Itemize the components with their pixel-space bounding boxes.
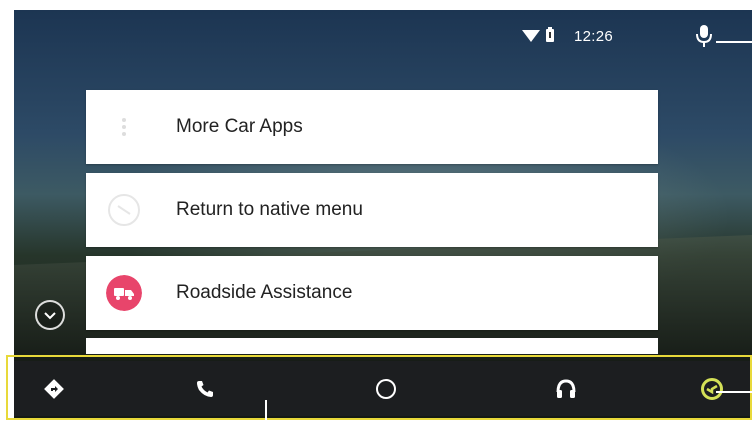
exit-icon	[108, 194, 140, 226]
microphone-icon	[696, 25, 712, 47]
battery-icon	[546, 27, 554, 42]
menu-item-more-car-apps[interactable]: More Car Apps	[86, 90, 658, 164]
menu-item-partial[interactable]	[86, 338, 658, 354]
menu-item-roadside-assistance[interactable]: Roadside Assistance	[86, 256, 658, 330]
status-clock: 12:26	[574, 28, 614, 45]
wifi-icon	[522, 30, 540, 42]
menu-item-label: More Car Apps	[176, 116, 303, 137]
apps-icon	[122, 118, 126, 136]
menu-item-label: Roadside Assistance	[176, 282, 353, 303]
menu-item-label: Return to native menu	[176, 199, 363, 220]
nav-bar-highlight-frame	[6, 355, 752, 420]
roadside-assistance-icon	[106, 275, 142, 311]
car-app-callout-line	[716, 391, 752, 393]
mic-callout-line	[716, 41, 752, 43]
chevron-down-icon	[44, 312, 56, 320]
voice-search-button[interactable]	[690, 20, 718, 50]
expand-list-button[interactable]	[35, 300, 65, 330]
nav-callout-line	[265, 400, 267, 421]
menu-item-return-native[interactable]: Return to native menu	[86, 173, 658, 247]
